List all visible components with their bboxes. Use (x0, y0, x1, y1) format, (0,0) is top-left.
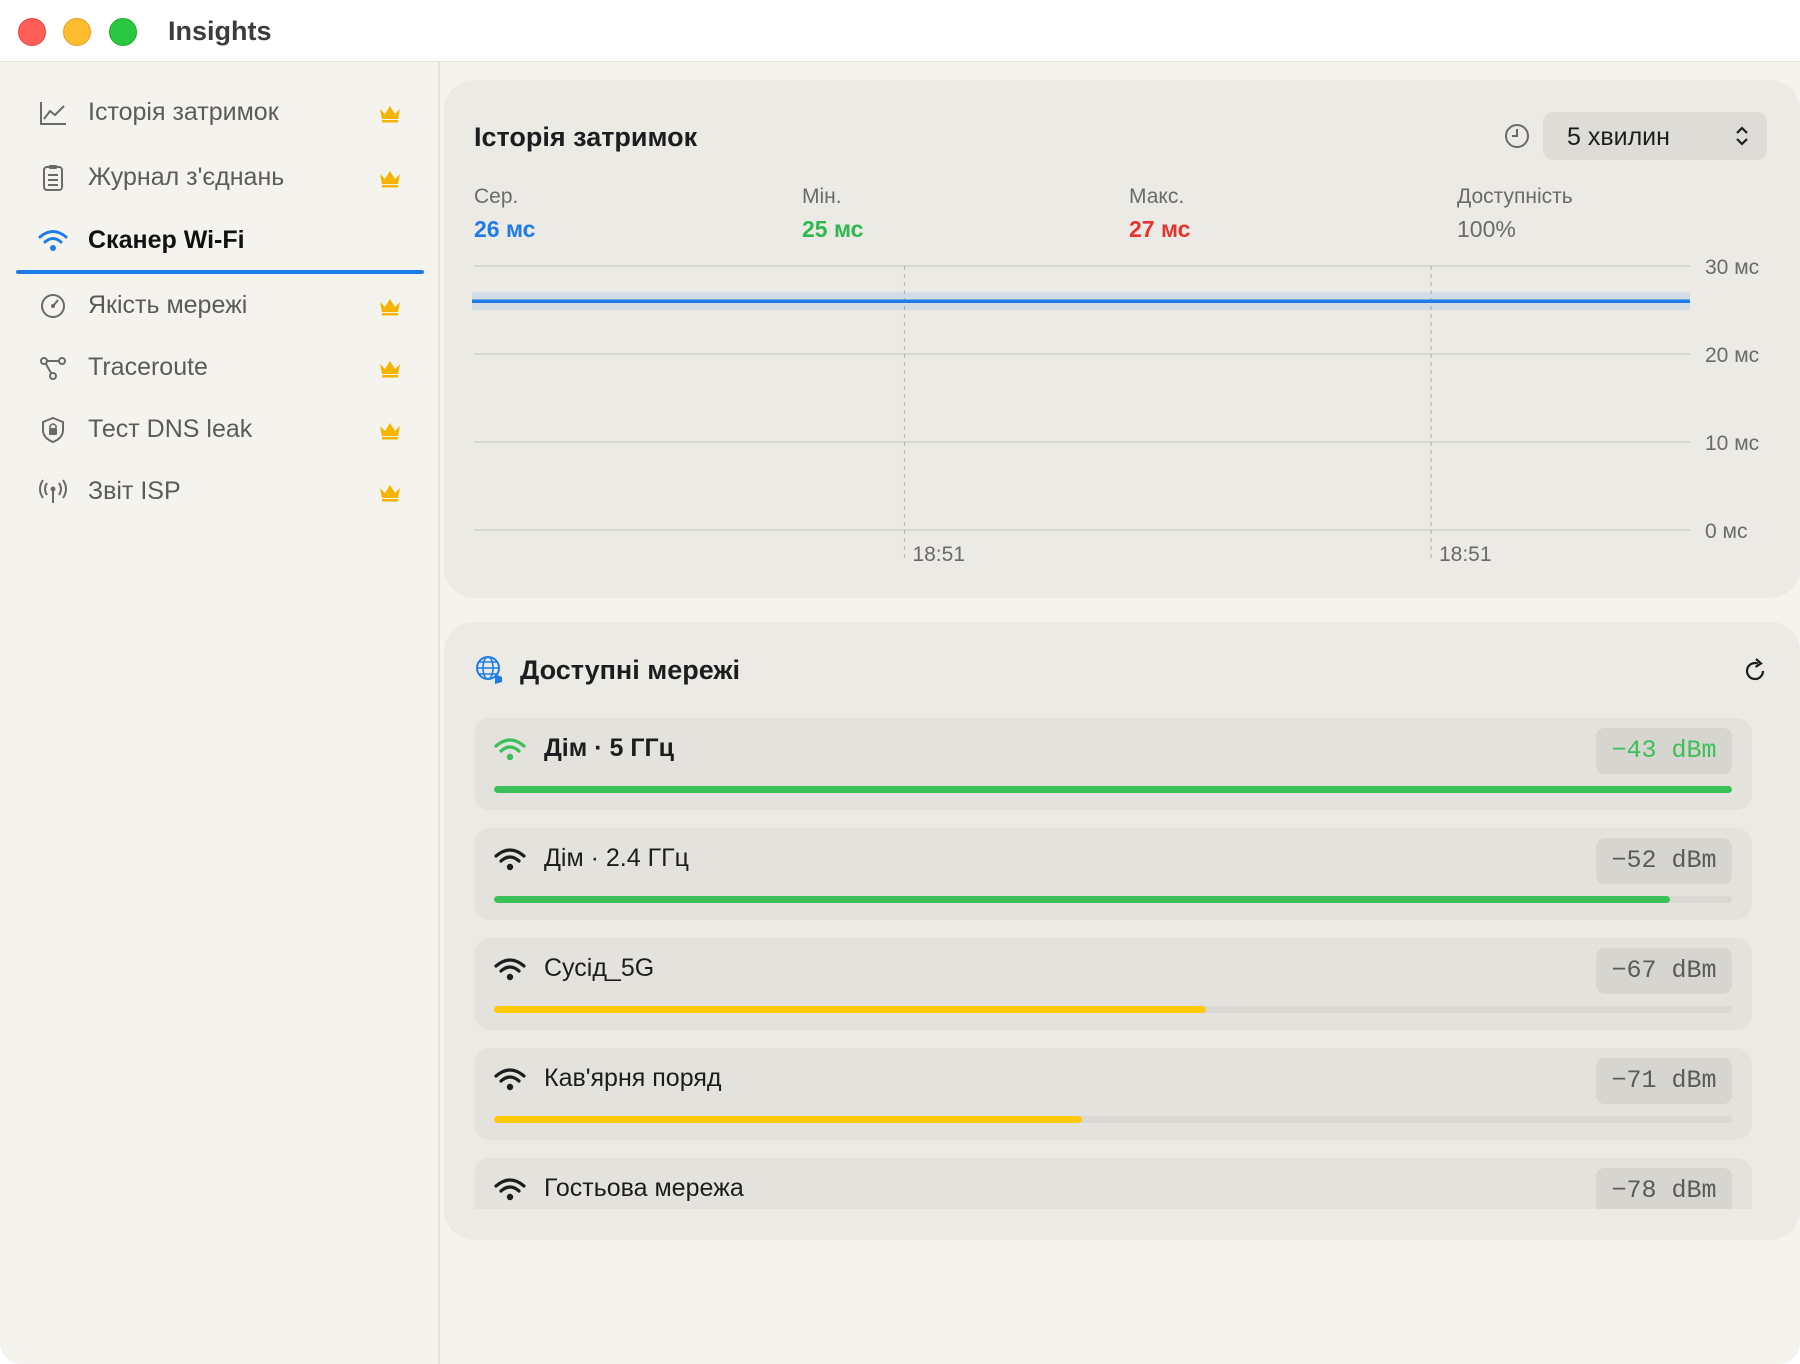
network-name: Сусід_5G (544, 954, 655, 982)
signal-badge: −43 dBm (1596, 728, 1732, 774)
wifi-icon (494, 738, 526, 761)
signal-strength-bar (494, 1116, 1732, 1123)
signal-badge: −52 dBm (1596, 838, 1732, 884)
signal-strength-bar (494, 896, 1732, 903)
wifi-icon (494, 848, 526, 871)
signal-strength-fill (494, 1006, 1206, 1013)
network-row[interactable]: Дім · 2.4 ГГц −52 dBm (474, 828, 1752, 920)
network-row[interactable]: Кав'ярня поряд −71 dBm (474, 1048, 1752, 1140)
signal-strength-fill (494, 896, 1671, 903)
network-name: Гостьова мережа (544, 1174, 744, 1202)
network-name: Дім · 2.4 ГГц (544, 844, 689, 872)
signal-strength-bar (494, 786, 1732, 793)
app-window: Insights Історія затримок Журнал з'єднан… (0, 0, 1800, 1364)
signal-badge: −67 dBm (1596, 948, 1732, 994)
signal-strength-fill (494, 786, 1732, 793)
networks-list[interactable]: Дім · 5 ГГц −43 dBm Дім · 2.4 ГГц −52 dB… (0, 0, 1800, 1209)
network-row[interactable]: Дім · 5 ГГц −43 dBm (474, 718, 1752, 810)
wifi-icon (494, 958, 526, 981)
wifi-icon (494, 1068, 526, 1091)
signal-strength-fill (494, 1116, 1083, 1123)
signal-strength-bar (494, 1006, 1732, 1013)
signal-badge: −71 dBm (1596, 1058, 1732, 1104)
network-row[interactable]: Гостьова мережа −78 dBm (474, 1158, 1752, 1209)
wifi-icon (494, 1178, 526, 1201)
network-row[interactable]: Сусід_5G −67 dBm (474, 938, 1752, 1030)
network-name: Дім · 5 ГГц (544, 734, 675, 762)
network-name: Кав'ярня поряд (544, 1064, 722, 1092)
signal-badge: −78 dBm (1596, 1168, 1732, 1209)
